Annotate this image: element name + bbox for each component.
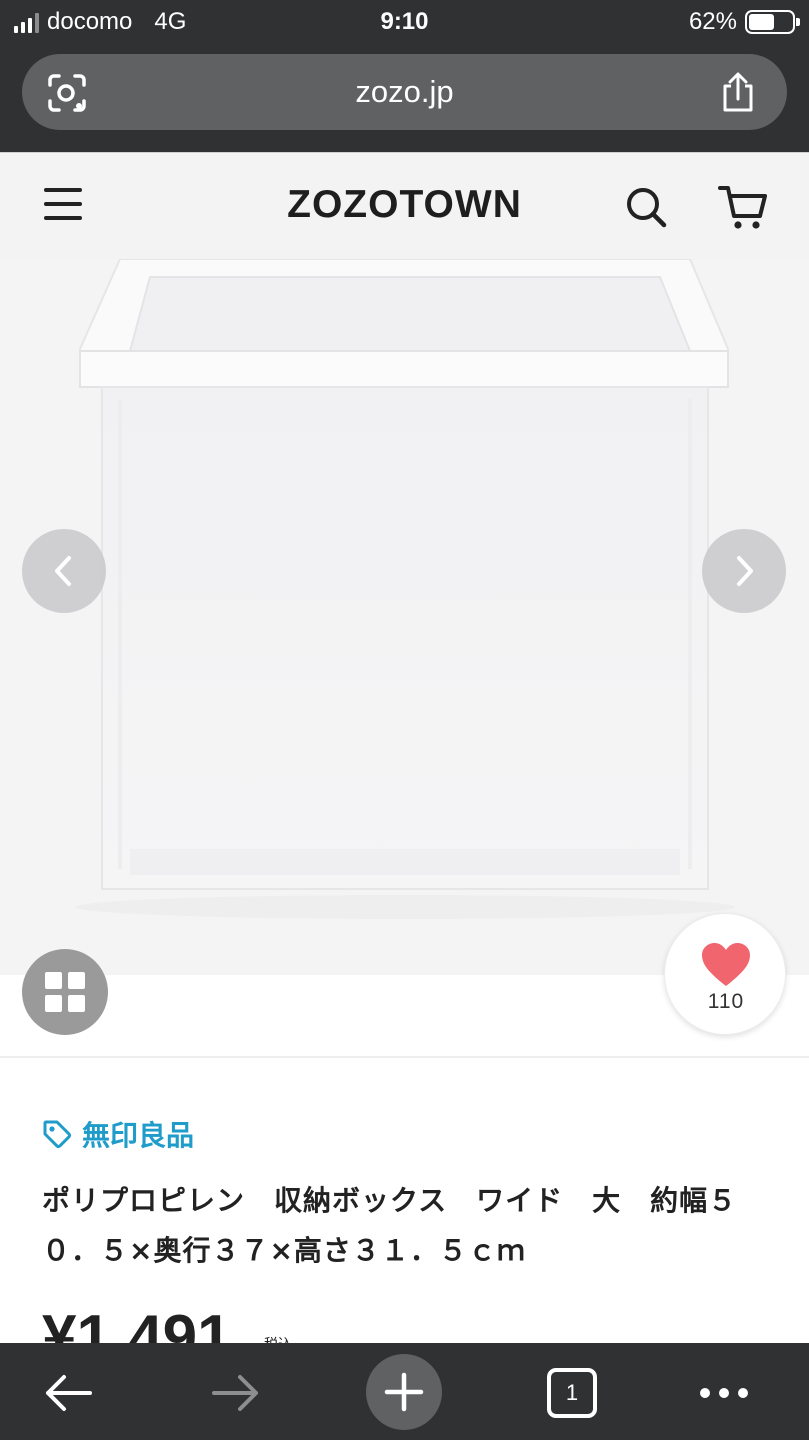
signal-icon: [14, 11, 39, 33]
forward-button[interactable]: [198, 1355, 274, 1431]
battery-percent: 62%: [688, 8, 737, 35]
brand-name[interactable]: 無印良品: [82, 1114, 194, 1154]
back-button[interactable]: [30, 1355, 106, 1431]
next-image-button[interactable]: [702, 529, 786, 613]
chevron-left-icon: [55, 556, 71, 586]
address-bar[interactable]: zozo.jp: [22, 54, 787, 130]
image-grid-button[interactable]: [22, 949, 108, 1035]
product-title: ポリプロピレン 収納ボックス ワイド 大 約幅５０．５×奥行３７×高さ３１．５ｃ…: [42, 1184, 738, 1267]
search-icon[interactable]: [624, 185, 668, 229]
browser-toolbar: 1: [0, 1343, 809, 1440]
url-text[interactable]: zozo.jp: [22, 74, 787, 110]
grid-icon: [45, 972, 85, 1012]
favorite-count: 110: [707, 990, 745, 1013]
battery-icon: [745, 10, 800, 34]
favorite-button[interactable]: 110: [664, 913, 786, 1035]
status-right: 62%: [688, 8, 800, 36]
product-image: [0, 259, 809, 975]
more-icon: [700, 1388, 748, 1398]
prev-image-button[interactable]: [22, 529, 106, 613]
new-tab-button[interactable]: [366, 1354, 442, 1430]
section-divider: [0, 1056, 809, 1058]
back-arrow-icon: [46, 1375, 92, 1411]
tag-icon: [43, 1120, 72, 1149]
network-label: 4G: [154, 8, 187, 35]
site-header: ZOZOTOWN: [0, 152, 809, 259]
tabs-button[interactable]: 1: [534, 1355, 610, 1431]
product-image-gallery[interactable]: [0, 259, 809, 975]
forward-arrow-icon: [212, 1375, 258, 1411]
status-bar: docomo 4G 9:10 62%: [0, 0, 809, 46]
status-left: docomo 4G: [14, 8, 186, 36]
share-icon[interactable]: [719, 72, 757, 114]
brand-link[interactable]: 無印良品: [42, 1114, 194, 1154]
heart-icon: [702, 943, 750, 986]
carrier-label: docomo: [47, 8, 133, 35]
plus-icon: [384, 1372, 424, 1412]
more-button[interactable]: [686, 1355, 762, 1431]
product-price: ¥1,491: [42, 1303, 232, 1346]
chevron-right-icon: [737, 556, 753, 586]
tabs-icon: 1: [547, 1368, 597, 1418]
cart-icon[interactable]: [718, 183, 768, 231]
menu-icon[interactable]: [44, 188, 84, 224]
site-logo[interactable]: ZOZOTOWN: [0, 183, 809, 227]
browser-address-area: zozo.jp: [0, 46, 809, 152]
